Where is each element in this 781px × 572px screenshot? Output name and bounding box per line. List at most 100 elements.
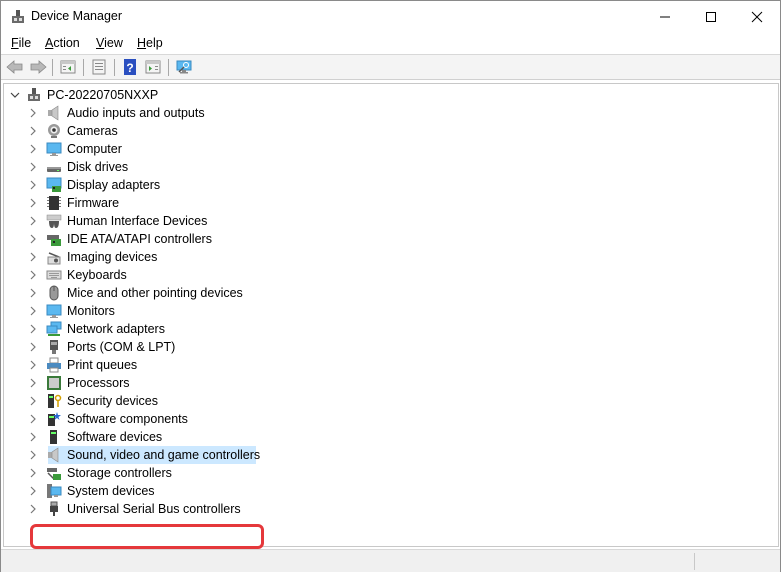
tree-item-label: Audio inputs and outputs (67, 106, 205, 120)
tree-item-ports-com-lpt[interactable]: Ports (COM & LPT) (4, 338, 778, 356)
tree-item-security-devices[interactable]: Security devices (4, 392, 778, 410)
device-manager-icon (12, 10, 24, 23)
tree-item-label: Network adapters (67, 322, 165, 336)
chevron-right-icon[interactable] (28, 125, 38, 137)
tree-item-ide-ata-atapi-controllers[interactable]: IDE ATA/ATAPI controllers (4, 230, 778, 248)
tree-item-human-interface-devices[interactable]: Human Interface Devices (4, 212, 778, 230)
highlight-annotation (30, 524, 264, 549)
tree-item-display-adapters[interactable]: Display adapters (4, 176, 778, 194)
chevron-right-icon[interactable] (28, 431, 38, 443)
tree-item-label: Processors (67, 376, 130, 390)
tree-root[interactable]: PC-20220705NXXP (4, 86, 778, 104)
camera-icon (48, 124, 60, 138)
chevron-right-icon[interactable] (28, 467, 38, 479)
tree-item-system-devices[interactable]: System devices (4, 482, 778, 500)
scan-hardware-icon[interactable] (175, 58, 193, 76)
help-icon[interactable]: ? (121, 58, 139, 76)
computer-icon (46, 142, 62, 156)
chevron-right-icon[interactable] (28, 179, 38, 191)
chevron-right-icon[interactable] (28, 287, 38, 299)
menu-action[interactable]: Action (45, 36, 80, 50)
software-device-icon (50, 430, 57, 444)
tree-item-software-components[interactable]: Software components (4, 410, 778, 428)
tree-item-print-queues[interactable]: Print queues (4, 356, 778, 374)
chevron-right-icon[interactable] (28, 233, 38, 245)
chevron-right-icon[interactable] (28, 449, 38, 461)
tree-item-label: Security devices (67, 394, 159, 408)
chevron-right-icon[interactable] (28, 197, 38, 209)
root-label: PC-20220705NXXP (47, 88, 159, 102)
action-pane-icon[interactable] (144, 58, 162, 76)
chevron-right-icon[interactable] (28, 395, 38, 407)
close-button[interactable] (734, 1, 780, 32)
tree-item-imaging-devices[interactable]: Imaging devices (4, 248, 778, 266)
close-icon (751, 11, 763, 22)
tree-item-firmware[interactable]: Firmware (4, 194, 778, 212)
minimize-icon (660, 16, 670, 17)
speaker-icon (48, 447, 59, 463)
ide-controller-icon (47, 235, 61, 246)
chevron-right-icon[interactable] (28, 341, 38, 353)
toolbar-separator (52, 59, 53, 76)
tree-item-sound-video-and-game-controllers[interactable]: Sound, video and game controllers (4, 446, 778, 464)
tree-item-label: Monitors (67, 304, 115, 318)
console-tree-icon[interactable] (59, 58, 77, 76)
tree-item-label: Computer (67, 142, 122, 156)
chevron-right-icon[interactable] (28, 161, 38, 173)
tree-item-mice-and-other-pointing-devices[interactable]: Mice and other pointing devices (4, 284, 778, 302)
port-icon (50, 340, 58, 354)
hid-icon (46, 214, 62, 228)
status-separator (694, 553, 695, 570)
tree-item-disk-drives[interactable]: Disk drives (4, 158, 778, 176)
chevron-right-icon[interactable] (28, 143, 38, 155)
tree-item-universal-serial-bus-controllers[interactable]: Universal Serial Bus controllers (4, 500, 778, 518)
properties-icon[interactable] (90, 58, 108, 76)
chevron-down-icon[interactable] (10, 89, 20, 101)
tree-item-cameras[interactable]: Cameras (4, 122, 778, 140)
chevron-right-icon[interactable] (28, 251, 38, 263)
tree-item-monitors[interactable]: Monitors (4, 302, 778, 320)
imaging-device-icon (47, 252, 61, 265)
device-manager-window: Device Manager File Action View Help ? P… (0, 0, 781, 572)
menu-view[interactable]: View (96, 36, 123, 50)
system-device-icon (47, 484, 62, 498)
window-title: Device Manager (31, 9, 123, 23)
chevron-right-icon[interactable] (28, 503, 38, 515)
tree-item-label: Mice and other pointing devices (67, 286, 243, 300)
toolbar-separator (83, 59, 84, 76)
chevron-right-icon[interactable] (28, 215, 38, 227)
tree-item-label: Human Interface Devices (67, 214, 208, 228)
forward-arrow-icon[interactable] (29, 58, 47, 76)
tree-item-computer[interactable]: Computer (4, 140, 778, 158)
chevron-right-icon[interactable] (28, 377, 38, 389)
chevron-right-icon[interactable] (28, 305, 38, 317)
chevron-right-icon[interactable] (28, 485, 38, 497)
back-arrow-icon[interactable] (6, 58, 24, 76)
chevron-right-icon[interactable] (28, 359, 38, 371)
tree-item-keyboards[interactable]: Keyboards (4, 266, 778, 284)
computer-root-icon (28, 88, 40, 101)
storage-controller-icon (47, 468, 61, 480)
minimize-button[interactable] (642, 1, 688, 32)
menu-help[interactable]: Help (137, 36, 163, 50)
tree-item-label: Storage controllers (67, 466, 172, 480)
chevron-right-icon[interactable] (28, 269, 38, 281)
speaker-icon (48, 105, 59, 121)
usb-icon (50, 501, 58, 516)
tree-item-processors[interactable]: Processors (4, 374, 778, 392)
chevron-right-icon[interactable] (28, 323, 38, 335)
menu-file[interactable]: File (11, 36, 31, 50)
tree-item-label: Cameras (67, 124, 118, 138)
chevron-right-icon[interactable] (28, 107, 38, 119)
tree-item-label: Disk drives (67, 160, 129, 174)
maximize-button[interactable] (688, 1, 734, 32)
tree-item-label: Firmware (67, 196, 120, 210)
tree-item-storage-controllers[interactable]: Storage controllers (4, 464, 778, 482)
menu-bar: File Action View Help (1, 32, 780, 55)
tree-item-software-devices[interactable]: Software devices (4, 428, 778, 446)
tree-item-network-adapters[interactable]: Network adapters (4, 320, 778, 338)
disk-drive-icon (47, 167, 61, 172)
tree-item-label: Keyboards (67, 268, 127, 282)
chevron-right-icon[interactable] (28, 413, 38, 425)
tree-item-audio-inputs-and-outputs[interactable]: Audio inputs and outputs (4, 104, 778, 122)
